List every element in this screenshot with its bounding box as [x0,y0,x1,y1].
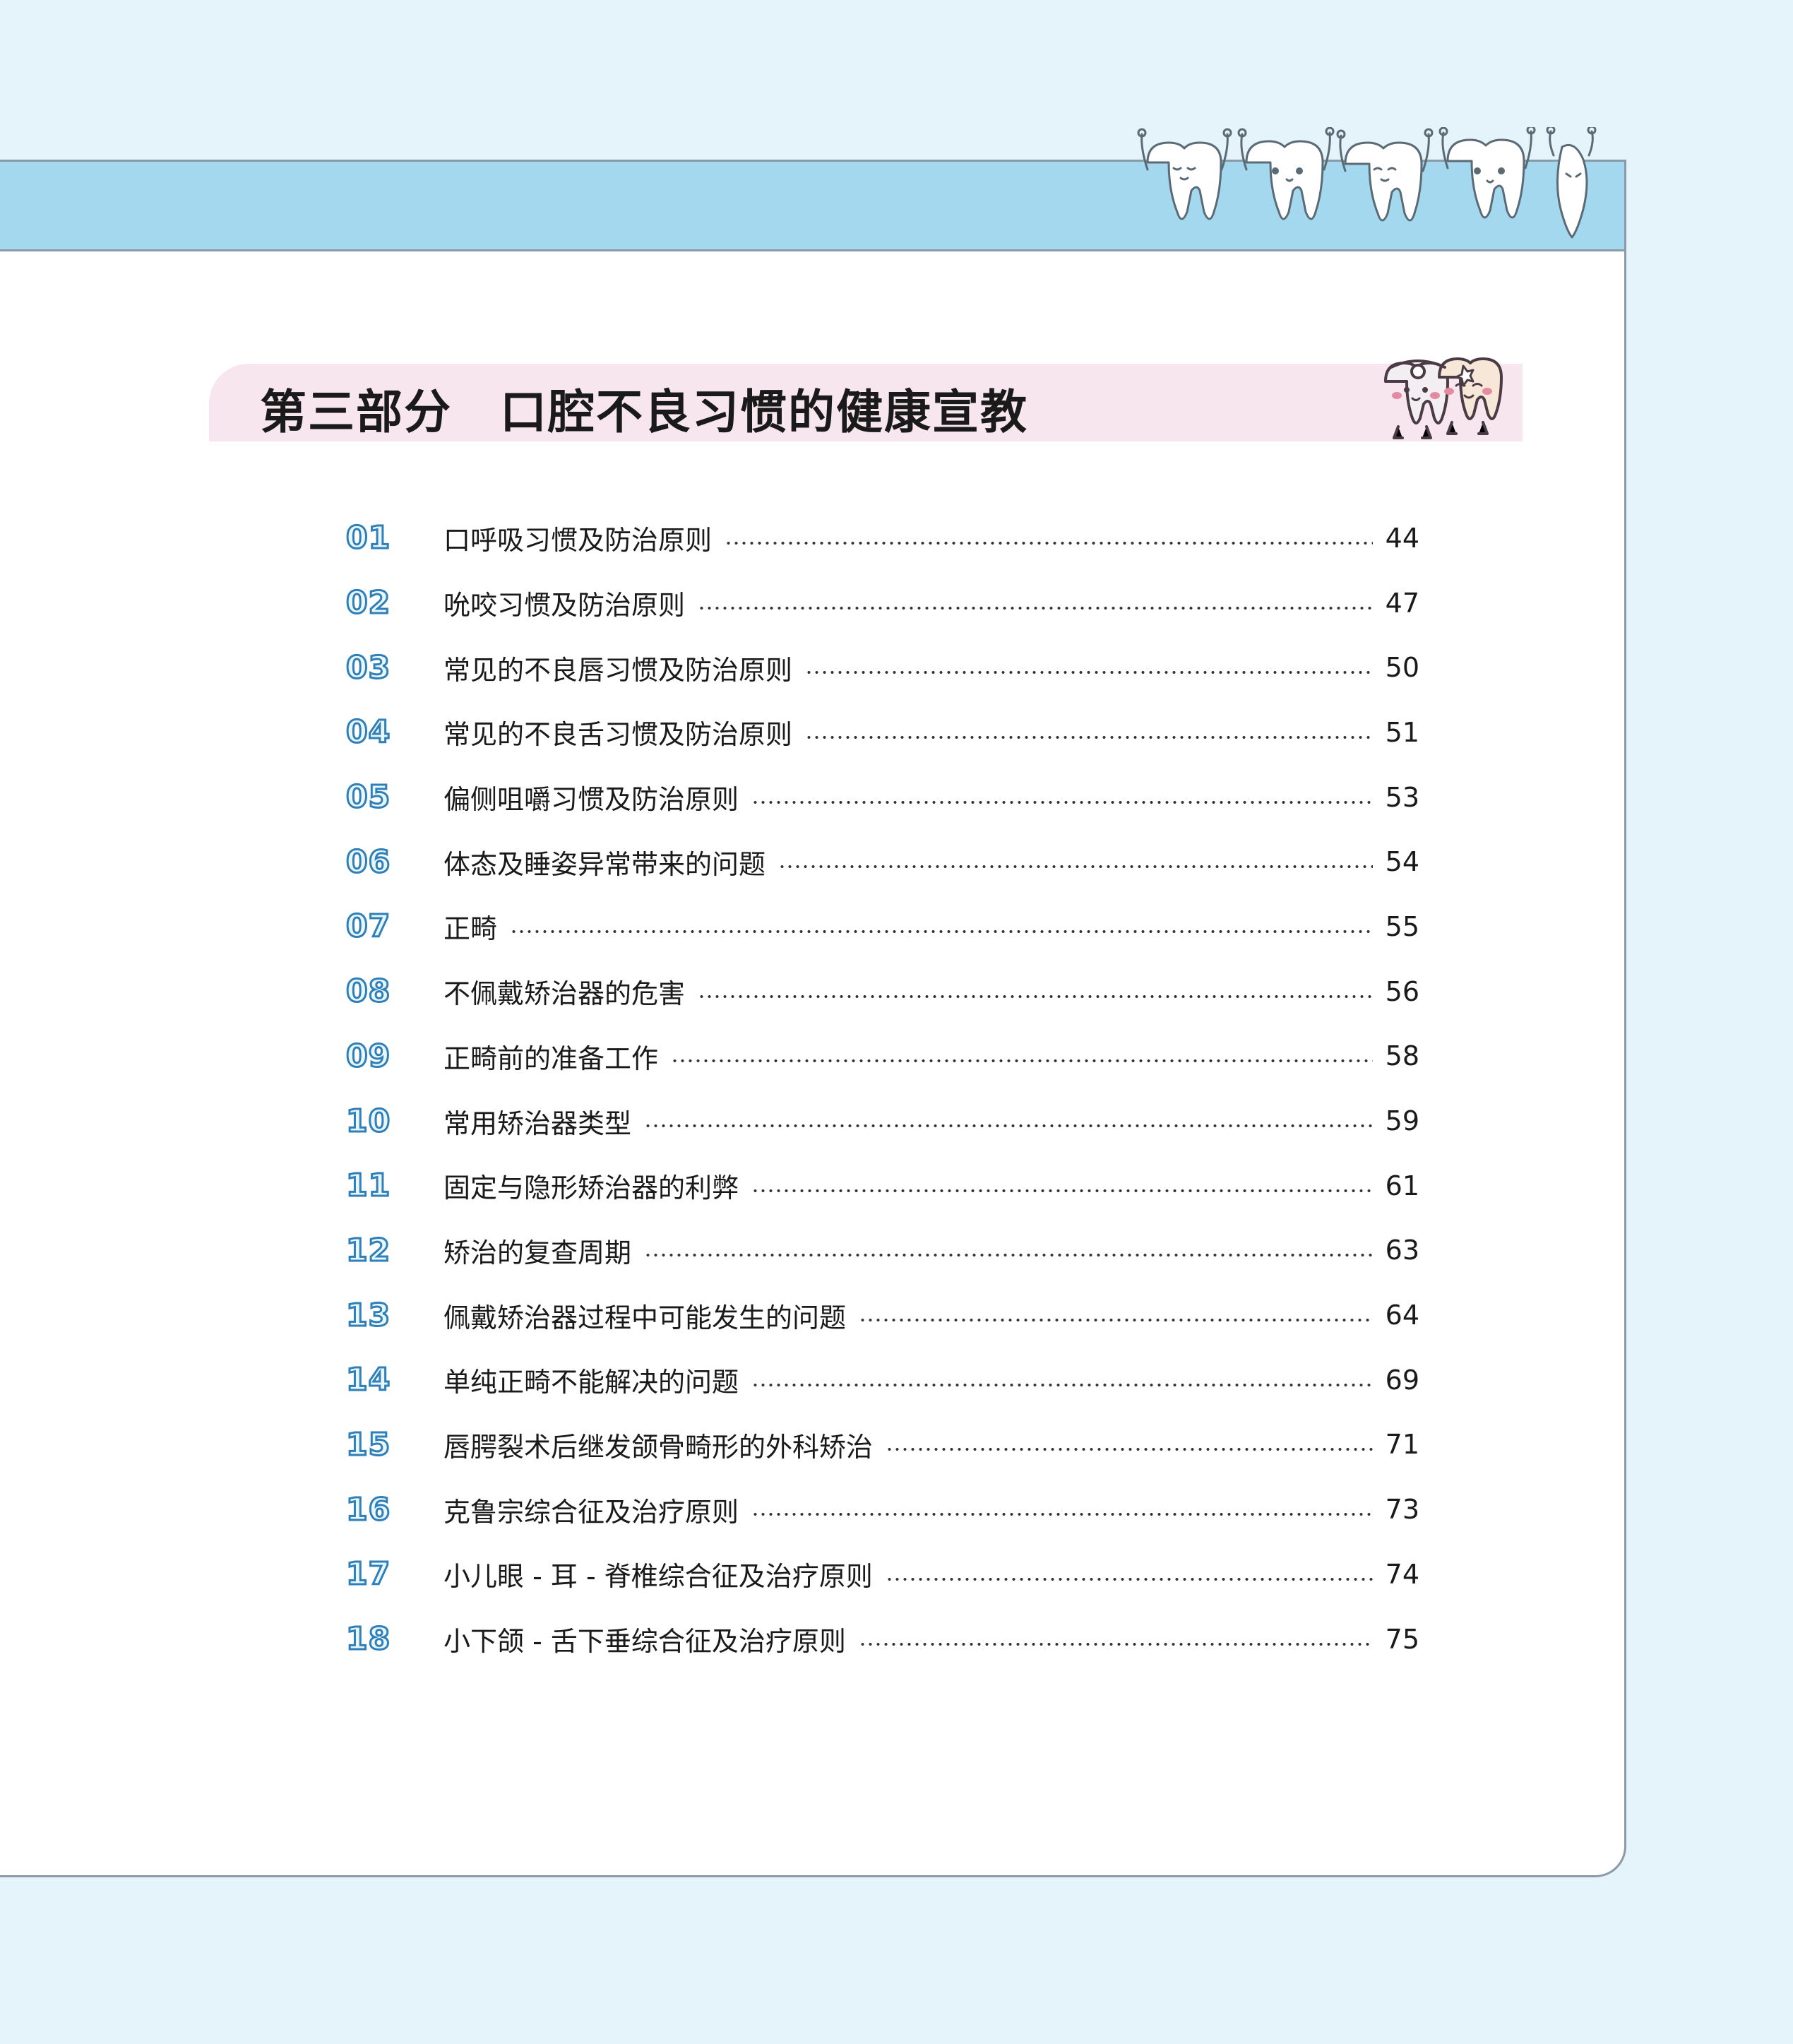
toc-entry-number: 10 [345,1102,391,1140]
toc-entry-number: 05 [345,778,391,816]
toc-entry-number: 11 [345,1167,391,1205]
toc-entry-page: 44 [1385,522,1419,554]
table-of-contents: 01 口呼吸习惯及防治原则 44 02 吮咬习惯及防治原则 47 03 常见的不良唇习惯及防治… [345,506,1420,1672]
toc-entry-page: 63 [1385,1235,1419,1266]
toc-entry-number: 16 [345,1490,391,1528]
toc-entry[interactable]: 03 常见的不良唇习惯及防治原则 50 [345,635,1420,700]
toc-entry-title: 体态及睡姿异常带来的问题 [443,848,766,880]
toc-entry-number: 02 [345,584,391,622]
toc-entry-title: 佩戴矫治器过程中可能发生的问题 [443,1302,847,1333]
toc-entry-title: 常见的不良唇习惯及防治原则 [443,654,793,686]
dot-leader [805,670,1373,675]
toc-entry[interactable]: 01 口呼吸习惯及防治原则 44 [345,506,1420,571]
toc-entry-title: 矫治的复查周期 [443,1237,632,1268]
toc-entry-title: 常见的不良舌习惯及防治原则 [443,719,793,751]
dot-leader [859,1318,1373,1323]
toc-entry-title: 小下颌 - 舌下垂综合征及治疗原则 [443,1626,846,1658]
toc-entry-page: 56 [1385,975,1419,1007]
toc-entry[interactable]: 10 常用矫治器类型 59 [345,1088,1420,1153]
toc-entry-page: 73 [1385,1494,1419,1526]
dot-leader [698,994,1373,999]
toc-entry-page: 69 [1385,1364,1419,1396]
toc-entry-number: 15 [345,1425,391,1463]
toc-entry[interactable]: 07 正畸 55 [345,894,1420,959]
toc-entry[interactable]: 15 唇腭裂术后继发颌骨畸形的外科矫治 71 [345,1413,1420,1478]
toc-entry-number: 18 [345,1620,391,1658]
toc-entry-title: 单纯正畸不能解决的问题 [443,1367,739,1398]
toc-entry[interactable]: 18 小下颌 - 舌下垂综合征及治疗原则 75 [345,1607,1420,1672]
dot-leader [885,1576,1373,1581]
toc-entry[interactable]: 16 克鲁宗综合征及治疗原则 73 [345,1477,1420,1542]
toc-entry-title: 口呼吸习惯及防治原则 [443,525,713,557]
toc-entry-number: 06 [345,843,391,881]
toc-entry-title: 不佩戴矫治器的危害 [443,978,686,1010]
toc-entry-page: 64 [1385,1300,1419,1331]
dot-leader [778,864,1373,869]
dot-leader [644,1124,1373,1129]
toc-entry[interactable]: 11 固定与隐形矫治器的利弊 61 [345,1153,1420,1218]
toc-entry-title: 唇腭裂术后继发颌骨畸形的外科矫治 [443,1431,874,1463]
toc-entry-number: 13 [345,1296,391,1334]
toc-entry-page: 55 [1385,910,1419,942]
toc-entry-title: 吮咬习惯及防治原则 [443,590,686,622]
toc-entry-number: 12 [345,1231,391,1269]
toc-entry-title: 正畸前的准备工作 [443,1042,659,1074]
toc-entry[interactable]: 17 小儿眼 - 耳 - 脊椎综合征及治疗原则 74 [345,1542,1420,1607]
toc-entry-number: 14 [345,1361,391,1399]
toc-entry[interactable]: 02 吮咬习惯及防治原则 47 [345,571,1420,636]
toc-entry-page: 54 [1385,846,1419,878]
toc-entry[interactable]: 06 体态及睡姿异常带来的问题 54 [345,829,1420,894]
toc-entry-page: 61 [1385,1170,1419,1201]
toc-entry-number: 03 [345,648,391,687]
toc-entry-title: 固定与隐形矫治器的利弊 [443,1172,739,1204]
dot-leader [858,1641,1373,1646]
toc-entry-title: 偏侧咀嚼习惯及防治原则 [443,784,739,816]
dot-leader [510,929,1373,934]
toc-entry[interactable]: 14 单纯正畸不能解决的问题 69 [345,1348,1420,1413]
dot-leader [671,1059,1373,1064]
dot-leader [805,735,1373,739]
toc-entry-page: 50 [1385,652,1419,684]
tooth-mascots-icon [1384,357,1503,439]
toc-entry-title: 小儿眼 - 耳 - 脊椎综合征及治疗原则 [443,1561,873,1593]
toc-entry-page: 51 [1385,716,1419,748]
dot-leader [886,1447,1373,1452]
cartoon-teeth-icon [1137,127,1597,239]
toc-entry-number: 08 [345,973,391,1011]
toc-entry-title: 正畸 [443,913,498,945]
toc-entry-page: 53 [1385,781,1419,813]
toc-entry-page: 75 [1385,1623,1419,1655]
toc-entry[interactable]: 09 正畸前的准备工作 58 [345,1024,1420,1089]
toc-entry[interactable]: 08 不佩戴矫治器的危害 56 [345,959,1420,1024]
dot-leader [644,1253,1373,1258]
toc-entry[interactable]: 12 矫治的复查周期 63 [345,1218,1420,1283]
toc-entry-number: 09 [345,1037,391,1075]
dot-leader [751,1382,1373,1387]
toc-entry-number: 17 [345,1555,391,1593]
section-title: 第三部分 口腔不良习惯的健康宣教 [260,385,1028,439]
dot-leader [725,540,1373,545]
toc-entry-page: 47 [1385,587,1419,619]
toc-entry-page: 58 [1385,1040,1419,1072]
toc-entry-number: 04 [345,713,391,751]
toc-entry-page: 59 [1385,1105,1419,1137]
toc-entry-page: 74 [1385,1558,1419,1590]
toc-entry-page: 71 [1385,1429,1419,1461]
toc-entry-number: 07 [345,908,391,946]
toc-entry-title: 常用矫治器类型 [443,1107,632,1139]
dot-leader [751,1512,1373,1517]
dot-leader [751,1188,1373,1193]
dot-leader [751,800,1373,804]
toc-entry[interactable]: 04 常见的不良舌习惯及防治原则 51 [345,700,1420,765]
toc-entry[interactable]: 05 偏侧咀嚼习惯及防治原则 53 [345,765,1420,830]
toc-entry-title: 克鲁宗综合征及治疗原则 [443,1496,739,1528]
toc-entry-number: 01 [345,519,391,557]
toc-entry[interactable]: 13 佩戴矫治器过程中可能发生的问题 64 [345,1283,1420,1348]
dot-leader [698,605,1373,610]
